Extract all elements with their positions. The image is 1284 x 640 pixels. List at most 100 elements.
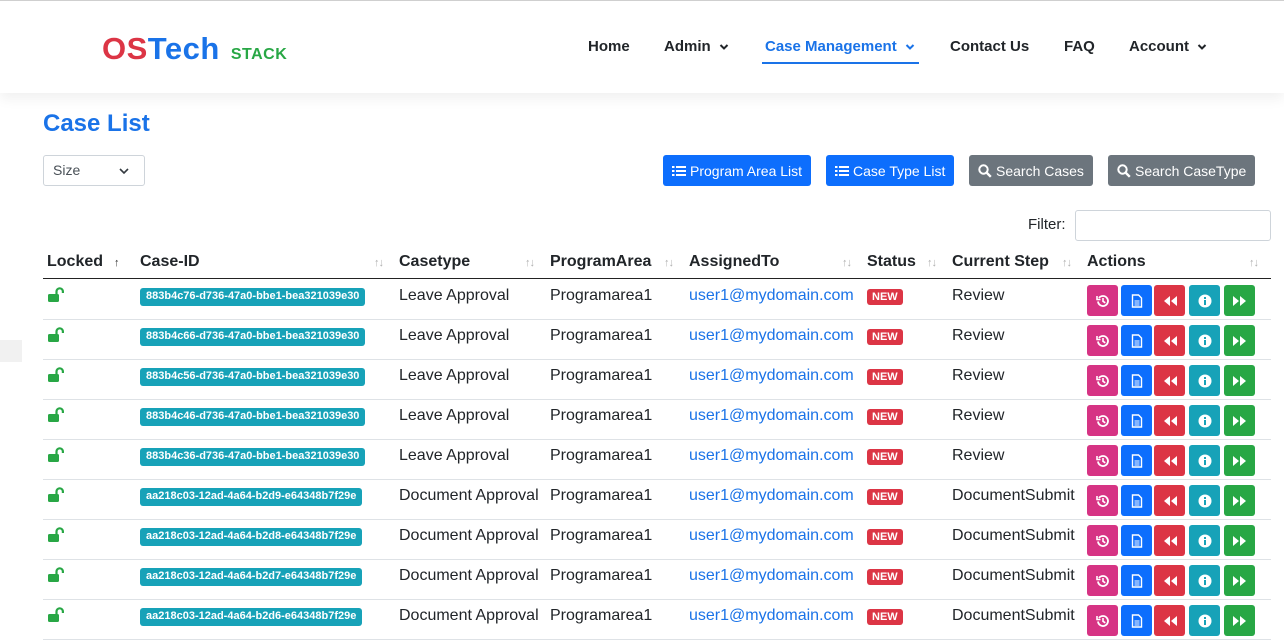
case-id-badge[interactable]: 883b4c36-d736-47a0-bbe1-bea321039e30 <box>140 448 366 466</box>
history-button[interactable] <box>1087 565 1118 596</box>
history-button[interactable] <box>1087 445 1118 476</box>
move-forward-button[interactable] <box>1224 405 1255 436</box>
unlock-icon[interactable] <box>47 487 65 503</box>
case-id-badge[interactable]: 883b4c56-d736-47a0-bbe1-bea321039e30 <box>140 368 366 386</box>
sort-icon[interactable]: ↑↓ <box>1062 257 1072 269</box>
case-id-badge[interactable]: 883b4c66-d736-47a0-bbe1-bea321039e30 <box>140 328 366 346</box>
info-button[interactable] <box>1189 525 1220 556</box>
case-id-badge[interactable]: aa218c03-12ad-4a64-b2d7-e64348b7f29e <box>140 568 363 586</box>
column-header-actions[interactable]: Actions <box>1087 253 1146 271</box>
history-button[interactable] <box>1087 485 1118 516</box>
nav-faq[interactable]: FAQ <box>1064 38 1095 55</box>
size-select[interactable]: Size <box>43 155 145 186</box>
unlock-icon[interactable] <box>47 287 65 303</box>
history-button[interactable] <box>1087 605 1118 636</box>
move-forward-button[interactable] <box>1224 445 1255 476</box>
document-button[interactable] <box>1121 405 1152 436</box>
sort-asc-icon[interactable]: ↑ <box>114 257 119 269</box>
brand-logo[interactable]: OS Tech STACK <box>102 31 287 67</box>
document-button[interactable] <box>1121 605 1152 636</box>
column-header-assignedto[interactable]: AssignedTo <box>689 253 779 271</box>
assignedto-link[interactable]: user1@mydomain.com <box>689 327 854 345</box>
sort-icon[interactable]: ↑↓ <box>374 257 384 269</box>
document-button[interactable] <box>1121 565 1152 596</box>
history-button[interactable] <box>1087 285 1118 316</box>
assignedto-link[interactable]: user1@mydomain.com <box>689 607 854 625</box>
unlock-icon[interactable] <box>47 447 65 463</box>
unlock-icon[interactable] <box>47 327 65 343</box>
document-button[interactable] <box>1121 325 1152 356</box>
history-button[interactable] <box>1087 365 1118 396</box>
history-button[interactable] <box>1087 325 1118 356</box>
info-button[interactable] <box>1189 485 1220 516</box>
assignedto-link[interactable]: user1@mydomain.com <box>689 287 854 305</box>
column-header-casetype[interactable]: Casetype <box>399 253 470 271</box>
move-back-button[interactable] <box>1154 565 1185 596</box>
sort-icon[interactable]: ↑↓ <box>525 257 535 269</box>
move-forward-button[interactable] <box>1224 285 1255 316</box>
column-header-status[interactable]: Status <box>867 253 916 271</box>
side-tab-handle[interactable] <box>0 340 22 362</box>
move-back-button[interactable] <box>1154 605 1185 636</box>
assignedto-link[interactable]: user1@mydomain.com <box>689 567 854 585</box>
history-button[interactable] <box>1087 405 1118 436</box>
case-id-badge[interactable]: 883b4c46-d736-47a0-bbe1-bea321039e30 <box>140 408 366 426</box>
document-button[interactable] <box>1121 445 1152 476</box>
nav-admin[interactable]: Admin <box>664 38 729 55</box>
program-area-list-button[interactable]: Program Area List <box>663 155 811 186</box>
move-forward-button[interactable] <box>1224 485 1255 516</box>
move-forward-button[interactable] <box>1224 605 1255 636</box>
document-button[interactable] <box>1121 525 1152 556</box>
move-forward-button[interactable] <box>1224 365 1255 396</box>
sort-icon[interactable]: ↑↓ <box>927 257 937 269</box>
case-type-list-button[interactable]: Case Type List <box>826 155 954 186</box>
move-back-button[interactable] <box>1154 405 1185 436</box>
column-header-current-step[interactable]: Current Step <box>952 253 1049 271</box>
move-back-button[interactable] <box>1154 485 1185 516</box>
unlock-icon[interactable] <box>47 567 65 583</box>
column-header-case-id[interactable]: Case-ID <box>140 253 200 271</box>
document-button[interactable] <box>1121 485 1152 516</box>
assignedto-link[interactable]: user1@mydomain.com <box>689 367 854 385</box>
move-forward-button[interactable] <box>1224 565 1255 596</box>
info-button[interactable] <box>1189 325 1220 356</box>
history-button[interactable] <box>1087 525 1118 556</box>
unlock-icon[interactable] <box>47 527 65 543</box>
assignedto-link[interactable]: user1@mydomain.com <box>689 447 854 465</box>
info-button[interactable] <box>1189 365 1220 396</box>
info-button[interactable] <box>1189 405 1220 436</box>
column-header-locked[interactable]: Locked <box>47 253 103 271</box>
assignedto-link[interactable]: user1@mydomain.com <box>689 407 854 425</box>
unlock-icon[interactable] <box>47 367 65 383</box>
search-casetype-button[interactable]: Search CaseType <box>1108 155 1255 186</box>
move-back-button[interactable] <box>1154 285 1185 316</box>
case-id-badge[interactable]: aa218c03-12ad-4a64-b2d6-e64348b7f29e <box>140 608 363 626</box>
move-back-button[interactable] <box>1154 445 1185 476</box>
assignedto-link[interactable]: user1@mydomain.com <box>689 487 854 505</box>
search-cases-button[interactable]: Search Cases <box>969 155 1093 186</box>
nav-contact-us[interactable]: Contact Us <box>950 38 1029 55</box>
sort-icon[interactable]: ↑↓ <box>1249 257 1259 269</box>
nav-account[interactable]: Account <box>1129 38 1207 55</box>
assignedto-link[interactable]: user1@mydomain.com <box>689 527 854 545</box>
move-back-button[interactable] <box>1154 325 1185 356</box>
filter-input[interactable] <box>1075 210 1271 241</box>
move-back-button[interactable] <box>1154 525 1185 556</box>
info-button[interactable] <box>1189 565 1220 596</box>
document-button[interactable] <box>1121 285 1152 316</box>
document-button[interactable] <box>1121 365 1152 396</box>
unlock-icon[interactable] <box>47 607 65 623</box>
sort-icon[interactable]: ↑↓ <box>664 257 674 269</box>
nav-home[interactable]: Home <box>588 38 630 55</box>
info-button[interactable] <box>1189 285 1220 316</box>
move-forward-button[interactable] <box>1224 325 1255 356</box>
case-id-badge[interactable]: 883b4c76-d736-47a0-bbe1-bea321039e30 <box>140 288 366 306</box>
nav-case-management[interactable]: Case Management <box>765 38 915 55</box>
info-button[interactable] <box>1189 445 1220 476</box>
info-button[interactable] <box>1189 605 1220 636</box>
column-header-programarea[interactable]: ProgramArea <box>550 253 651 271</box>
move-forward-button[interactable] <box>1224 525 1255 556</box>
move-back-button[interactable] <box>1154 365 1185 396</box>
unlock-icon[interactable] <box>47 407 65 423</box>
case-id-badge[interactable]: aa218c03-12ad-4a64-b2d8-e64348b7f29e <box>140 528 363 546</box>
